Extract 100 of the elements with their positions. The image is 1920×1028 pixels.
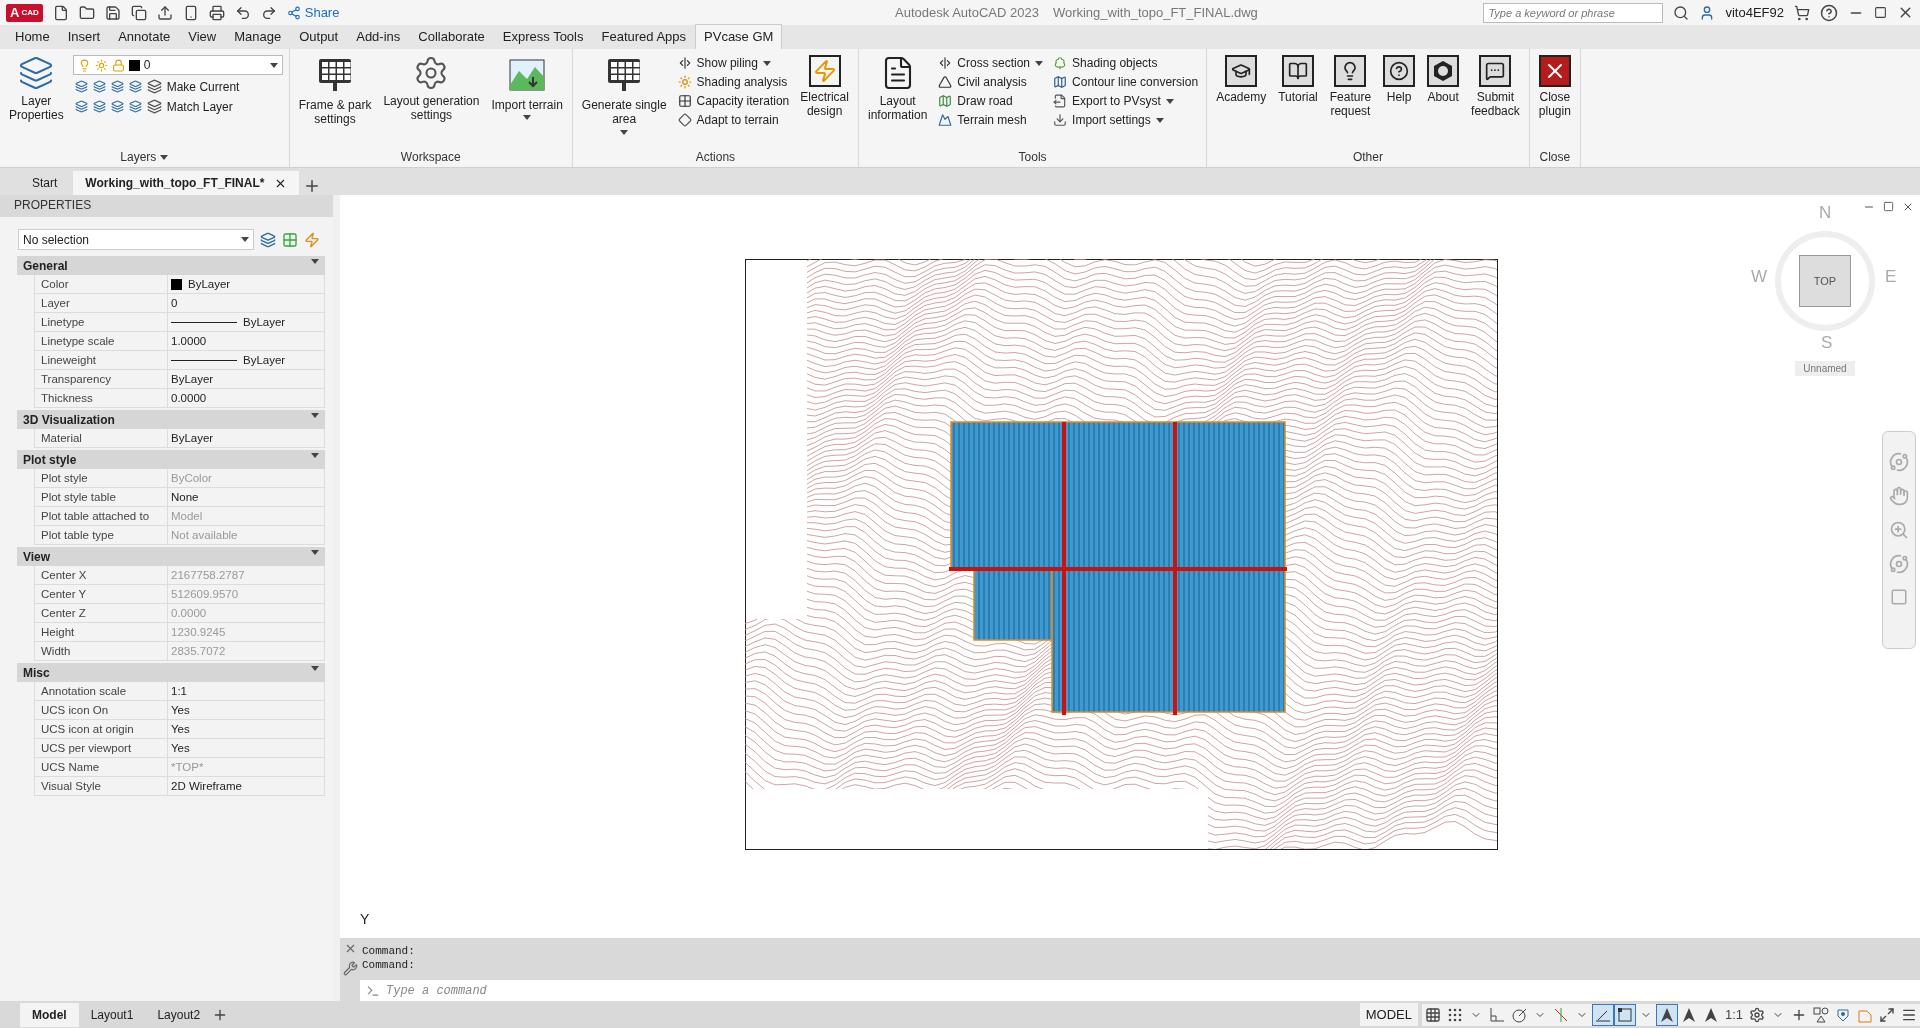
selection-dropdown[interactable]: No selection xyxy=(18,229,254,250)
ribbon-button[interactable]: Shading objects xyxy=(1051,55,1201,71)
add-selection-icon[interactable] xyxy=(260,231,276,248)
square-snap-icon[interactable] xyxy=(1613,1003,1636,1026)
file-tab[interactable]: Start xyxy=(20,171,70,195)
ribbon-button[interactable]: Export to PVsyst xyxy=(1051,93,1201,109)
ribbon-tab[interactable]: Annotate xyxy=(109,24,180,49)
section-header[interactable]: General xyxy=(17,256,325,275)
cart-icon[interactable] xyxy=(1794,4,1810,21)
ribbon-button[interactable]: Generate single area xyxy=(578,53,670,137)
ribbon-button[interactable]: Import terrain xyxy=(488,53,566,123)
folder-icon[interactable] xyxy=(78,4,95,21)
ribbon-tab[interactable]: Featured Apps xyxy=(592,24,696,49)
ribbon-button[interactable]: Close plugin xyxy=(1535,53,1574,121)
layer-tool-icon[interactable] xyxy=(128,80,142,93)
grid-icon[interactable] xyxy=(1421,1003,1444,1026)
property-name: Transparency xyxy=(35,370,168,388)
new-file-icon[interactable] xyxy=(52,4,69,21)
ribbon-button[interactable]: Terrain mesh xyxy=(936,112,1046,128)
search-icon[interactable] xyxy=(1673,4,1690,21)
print-icon[interactable] xyxy=(208,4,225,21)
search-field[interactable]: Type a keyword or phrase xyxy=(1483,2,1664,23)
layer-tool-icon[interactable] xyxy=(110,80,124,93)
section-header[interactable]: View xyxy=(17,547,325,566)
ribbon-button[interactable]: Capacity iteration xyxy=(675,93,792,109)
ribbon-tab[interactable]: PVcase GM xyxy=(695,24,783,49)
ribbon-button[interactable]: Match Layer xyxy=(72,98,283,115)
ribbon-button[interactable]: Civil analysis xyxy=(936,74,1046,90)
ribbon-button[interactable]: Academy xyxy=(1213,53,1270,107)
file-tab[interactable]: Working_with_topo_FT_FINAL* xyxy=(73,171,300,195)
layer-tool-icon[interactable] xyxy=(74,80,88,93)
ribbon-button[interactable]: Electrical design xyxy=(797,53,852,121)
user-name[interactable]: vito4EF92 xyxy=(1725,5,1784,20)
undo-icon[interactable] xyxy=(234,4,251,21)
layer-tool-icon[interactable] xyxy=(92,100,106,113)
save-icon[interactable] xyxy=(104,4,121,21)
model-space-toggle[interactable]: MODEL xyxy=(1359,1003,1418,1026)
ribbon-button[interactable]: Cross section xyxy=(936,55,1046,71)
select-objects-icon[interactable] xyxy=(282,231,298,248)
ribbon-button[interactable]: About xyxy=(1424,53,1463,107)
ribbon-button[interactable]: Contour line conversion xyxy=(1051,74,1201,90)
ribbon-tab[interactable]: Home xyxy=(6,24,59,49)
annotation-scale[interactable]: 1:1 xyxy=(1721,1003,1746,1026)
ribbon-tab[interactable]: Add-ins xyxy=(347,24,410,49)
property-value: 512609.9570 xyxy=(170,587,240,602)
ribbon-button[interactable]: Submit feedback xyxy=(1468,53,1523,121)
save-as-icon[interactable] xyxy=(130,4,147,21)
ribbon-button[interactable]: Layer Properties xyxy=(6,53,67,125)
view-name-dropdown[interactable]: Unnamed xyxy=(1795,361,1855,376)
ribbon-tab[interactable]: Collaborate xyxy=(409,24,494,49)
property-value: ByLayer xyxy=(168,351,324,369)
ribbon-tab[interactable]: Express Tools xyxy=(493,24,593,49)
wrench-icon[interactable] xyxy=(342,961,358,976)
ribbon-button[interactable]: Layout generation settings xyxy=(380,53,483,125)
section-header[interactable]: Plot style xyxy=(17,450,325,469)
restore-icon[interactable] xyxy=(1874,6,1887,19)
annotation-icon[interactable] xyxy=(1655,1003,1678,1026)
layout-tab[interactable]: Model xyxy=(20,1002,79,1027)
ribbon-button[interactable]: Draw road xyxy=(936,93,1046,109)
ribbon-tab[interactable]: View xyxy=(179,24,226,49)
redo-icon[interactable] xyxy=(260,4,277,21)
ribbon-button[interactable]: Import settings xyxy=(1051,112,1201,128)
menu-icon[interactable] xyxy=(1898,1003,1920,1026)
dots-icon[interactable] xyxy=(1443,1003,1466,1026)
upload-icon[interactable] xyxy=(156,4,173,21)
ribbon-button[interactable]: Frame & park settings xyxy=(295,53,375,129)
help-icon[interactable] xyxy=(1820,3,1838,22)
ribbon-tab[interactable]: Manage xyxy=(225,24,291,49)
section-header[interactable]: Misc xyxy=(17,663,325,682)
property-name: Width xyxy=(35,642,168,660)
ribbon-button[interactable]: Shading analysis xyxy=(675,74,792,90)
viewcube-face[interactable]: TOP xyxy=(1799,255,1851,307)
restore-icon[interactable] xyxy=(1883,201,1894,212)
layer-tool-icon[interactable] xyxy=(110,100,124,113)
ribbon-tab[interactable]: Insert xyxy=(58,24,110,49)
layer-tool-icon[interactable] xyxy=(74,100,88,113)
command-history-line: Command: xyxy=(362,944,416,959)
section-header[interactable]: 3D Visualization xyxy=(17,410,325,429)
property-value: None xyxy=(170,490,200,505)
layer-tool-icon[interactable] xyxy=(128,100,142,113)
caret-icon[interactable] xyxy=(1635,1003,1656,1026)
annotation-icon[interactable] xyxy=(1677,1003,1700,1026)
ribbon-tab[interactable]: Output xyxy=(290,24,348,49)
command-field[interactable]: Type a command xyxy=(360,980,1920,1001)
close-icon[interactable] xyxy=(1902,201,1914,213)
layer-tool-icon[interactable] xyxy=(92,80,106,93)
ribbon-button[interactable]: Help xyxy=(1380,53,1419,107)
ribbon-button[interactable]: Feature request xyxy=(1326,53,1375,121)
layout-tab[interactable]: Layout2 xyxy=(145,1002,213,1027)
lightning-icon xyxy=(808,55,841,87)
ribbon-button[interactable]: Make Current xyxy=(72,78,283,95)
layout-tab[interactable]: Layout1 xyxy=(78,1002,146,1027)
graduation-cap-icon xyxy=(1225,55,1258,87)
ribbon-button[interactable]: Show piling xyxy=(675,55,792,71)
share-link[interactable]: Share xyxy=(286,5,340,20)
layer-dropdown[interactable]: 0 xyxy=(72,55,283,75)
ribbon-button[interactable]: Layout information xyxy=(864,53,931,125)
ribbon-button[interactable]: Adapt to terrain xyxy=(675,112,792,128)
ribbon-button[interactable]: Tutorial xyxy=(1275,53,1321,107)
command-history-line: Command: xyxy=(362,958,416,973)
